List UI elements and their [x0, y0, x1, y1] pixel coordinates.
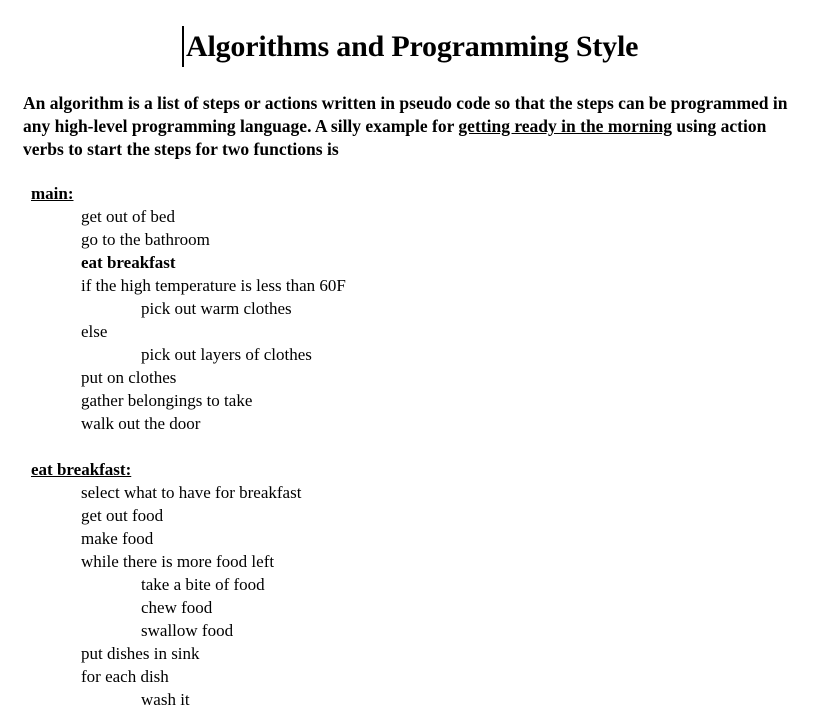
pseudocode-line: get out food [81, 506, 164, 525]
text-cursor-caret [182, 26, 184, 67]
pseudocode-line: take a bite of food [141, 575, 265, 594]
pseudocode-line: while there is more food left [81, 552, 275, 571]
pseudocode-line: go to the bathroom [81, 230, 210, 249]
pseudocode-line: pick out layers of clothes [141, 345, 312, 364]
pseudocode-line: select what to have for breakfast [81, 483, 302, 502]
pseudocode-line: get out of bed [81, 207, 175, 226]
title-row: Algorithms and Programming Style [0, 0, 834, 70]
pseudocode-block-header: eat breakfast: [31, 460, 132, 479]
pseudocode-block: main: get out of bed go to the bathroom eat… [0, 161, 834, 435]
pseudocode-line: if the high temperature is less than 60F [81, 276, 346, 295]
pseudocode-block-header: main: [31, 184, 74, 203]
page-title: Algorithms and Programming Style [186, 30, 639, 63]
pseudocode-line: swallow food [141, 621, 234, 640]
pseudocode-line: put on clothes [81, 368, 177, 387]
pseudocode-line: gather belongings to take [81, 391, 253, 410]
pseudocode-line: wash it [141, 690, 190, 709]
pseudocode-block: eat breakfast: select what to have for br… [0, 435, 834, 711]
intro-emphasis-underlined: getting ready in the morning [458, 116, 672, 136]
pseudocode-line: make food [81, 529, 154, 548]
pseudocode-line: put dishes in sink [81, 644, 200, 663]
intro-paragraph: An algorithm is a list of steps or actio… [0, 70, 834, 161]
pseudocode-sections: main: get out of bed go to the bathroom eat… [0, 161, 834, 711]
pseudocode-line: walk out the door [81, 414, 201, 433]
pseudocode-line: eat breakfast [81, 253, 176, 272]
pseudocode-line: chew food [141, 598, 213, 617]
pseudocode-line: pick out warm clothes [141, 299, 292, 318]
pseudocode-line: else [81, 322, 108, 341]
pseudocode-line: for each dish [81, 667, 169, 686]
